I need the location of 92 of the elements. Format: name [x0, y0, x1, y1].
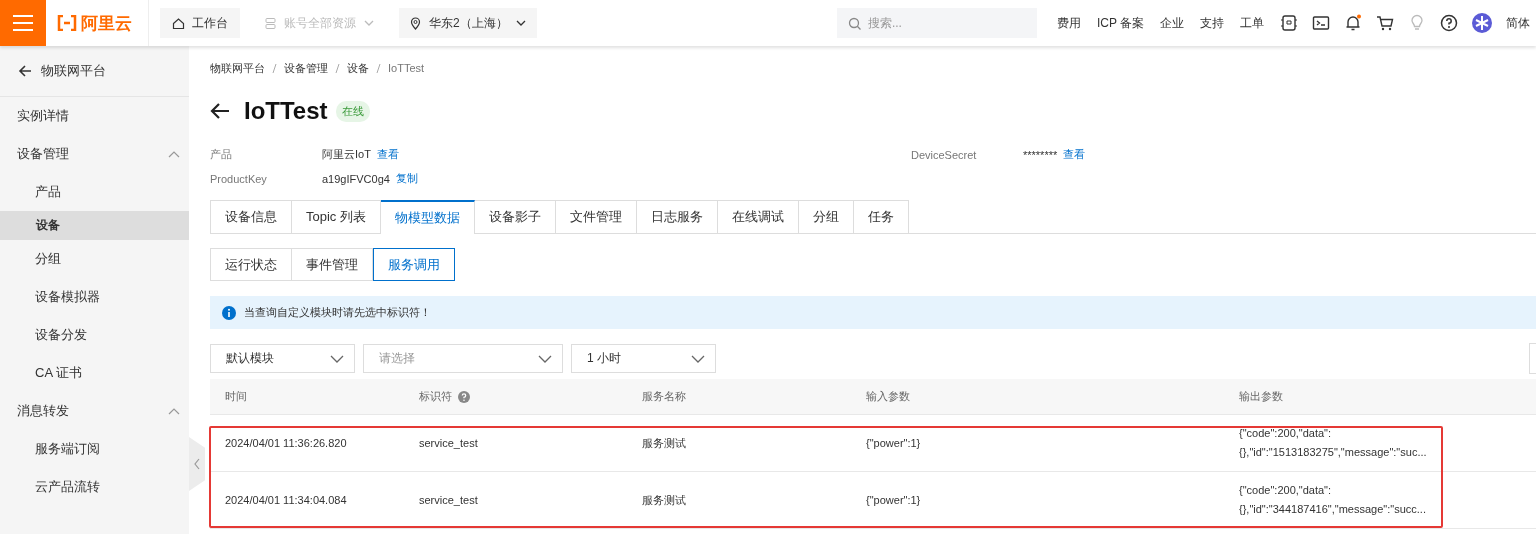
- sidebar-item[interactable]: CA 证书: [0, 354, 189, 392]
- select-field[interactable]: 1 小时: [571, 344, 716, 373]
- sidebar-item[interactable]: 设备分发: [0, 316, 189, 354]
- chevron-icon: [168, 406, 180, 416]
- sub-tab[interactable]: 运行状态: [210, 248, 292, 281]
- sidebar-item[interactable]: 产品: [0, 173, 189, 211]
- menu-icon: [13, 15, 33, 31]
- select-field[interactable]: 默认模块: [210, 344, 355, 373]
- header-link[interactable]: 费用: [1056, 14, 1081, 32]
- tab[interactable]: 物模型数据: [380, 200, 475, 234]
- table-cell-text: 2024/04/01 11:34:04.084: [224, 493, 348, 508]
- table-cell-text: {"code":200,"data":{},"id":"1513183275","message":"suc...: [1238, 426, 1428, 460]
- location-pin-icon: [409, 16, 422, 30]
- sidebar-item[interactable]: 设备: [0, 211, 189, 240]
- tab[interactable]: 分组: [798, 200, 854, 233]
- sidebar-item[interactable]: 服务端订阅: [0, 430, 189, 468]
- tab[interactable]: 在线调试: [717, 200, 799, 233]
- page-title: IoTTest: [244, 97, 328, 125]
- column-header: 服务名称: [641, 389, 687, 404]
- back-arrow-icon[interactable]: [210, 102, 230, 120]
- sub-tab[interactable]: 服务调用: [373, 248, 455, 281]
- sidebar-group[interactable]: 设备管理: [0, 135, 189, 173]
- back-arrow-icon: [18, 64, 32, 78]
- home-icon: [172, 16, 185, 30]
- back-link[interactable]: 物联网平台: [0, 46, 189, 97]
- tab[interactable]: Topic 列表: [292, 200, 381, 233]
- header-link[interactable]: 支持: [1200, 14, 1224, 32]
- field-label: ProductKey: [210, 172, 268, 185]
- region-dropdown[interactable]: 华东2（上海）: [399, 8, 537, 38]
- tab[interactable]: 日志服务: [636, 200, 718, 233]
- action-link[interactable]: 查看: [1063, 147, 1086, 162]
- breadcrumb-separator-icon: [272, 63, 277, 73]
- caret-icon: [691, 354, 705, 363]
- table-cell-text: {"power":1}: [865, 493, 922, 508]
- breadcrumb-link[interactable]: IoTTest: [388, 62, 425, 74]
- logo-text: 阿里云: [81, 12, 132, 35]
- workbench-button[interactable]: 工作台: [160, 8, 240, 38]
- field-value: 阿里云IoT: [322, 147, 371, 162]
- table-cell-text: 服务测试: [641, 435, 687, 451]
- column-header: 时间: [224, 389, 248, 404]
- breadcrumb-separator-icon: [376, 63, 381, 73]
- caret-icon: [538, 354, 552, 363]
- sidebar-group[interactable]: 消息转发: [0, 392, 189, 430]
- bell-icon[interactable]: [1344, 14, 1362, 32]
- breadcrumb-link[interactable]: 设备管理: [284, 60, 328, 76]
- sidebar-item[interactable]: 实例详情: [0, 97, 189, 135]
- tab[interactable]: 任务: [853, 200, 909, 233]
- breadcrumb-link[interactable]: 物联网平台: [210, 60, 265, 76]
- chevron-icon: [168, 149, 180, 159]
- search-icon: [847, 17, 861, 30]
- table-cell-text: 2024/04/01 11:36:26.820: [224, 436, 348, 451]
- menu-button[interactable]: [0, 0, 46, 46]
- field-value: a19gIFVC0g4: [322, 172, 390, 185]
- header-link[interactable]: 简体: [1506, 14, 1530, 32]
- field-value: ********: [1023, 148, 1058, 161]
- breadcrumb-link[interactable]: 设备: [347, 60, 369, 76]
- column-header: 标识符: [404, 379, 627, 414]
- caret-icon: [330, 354, 344, 363]
- tab[interactable]: 设备影子: [474, 200, 556, 233]
- notice-text: 当查询自定义模块时请先选中标识符！: [244, 305, 431, 320]
- header-link[interactable]: ICP 备案: [1096, 14, 1144, 32]
- app-icon[interactable]: [1280, 14, 1298, 32]
- info-icon: [222, 305, 236, 320]
- search-field[interactable]: 搜索...: [836, 8, 1037, 38]
- action-link[interactable]: 查看: [376, 147, 399, 162]
- cart-icon[interactable]: [1376, 14, 1394, 32]
- terminal-icon[interactable]: [1312, 14, 1330, 32]
- table-cell-text: 服务测试: [641, 492, 687, 508]
- avatar-icon[interactable]: [1472, 13, 1492, 33]
- chevron-icon: [193, 458, 201, 470]
- action-link[interactable]: 复制: [395, 171, 418, 186]
- table-cell-text: service_test: [418, 493, 479, 508]
- field-label: DeviceSecret: [911, 148, 978, 161]
- tab[interactable]: 设备信息: [210, 200, 292, 233]
- table-cell-text: service_test: [418, 436, 479, 451]
- header-link[interactable]: 工单: [1240, 14, 1264, 32]
- help-icon[interactable]: [1440, 14, 1458, 32]
- header-link[interactable]: 企业: [1160, 14, 1184, 32]
- sidebar-item[interactable]: 云产品流转: [0, 468, 189, 506]
- breadcrumb-separator-icon: [335, 63, 340, 73]
- column-header: 输出参数: [1238, 389, 1284, 404]
- table-cell-text: {"code":200,"data":{},"id":"344187416","message":"succ...: [1238, 483, 1427, 517]
- logo-icon: [57, 15, 77, 31]
- sidebar-item[interactable]: 分组: [0, 240, 189, 278]
- stack-icon: [264, 16, 277, 30]
- field-label: 产品: [210, 147, 233, 162]
- sidebar-item[interactable]: 设备模拟器: [0, 278, 189, 316]
- sub-tab[interactable]: 事件管理: [292, 248, 373, 281]
- status-badge: 在线: [335, 100, 370, 122]
- tab[interactable]: 文件管理: [555, 200, 637, 233]
- column-header: 输入参数: [865, 389, 911, 404]
- table-cell-text: {"power":1}: [865, 436, 922, 451]
